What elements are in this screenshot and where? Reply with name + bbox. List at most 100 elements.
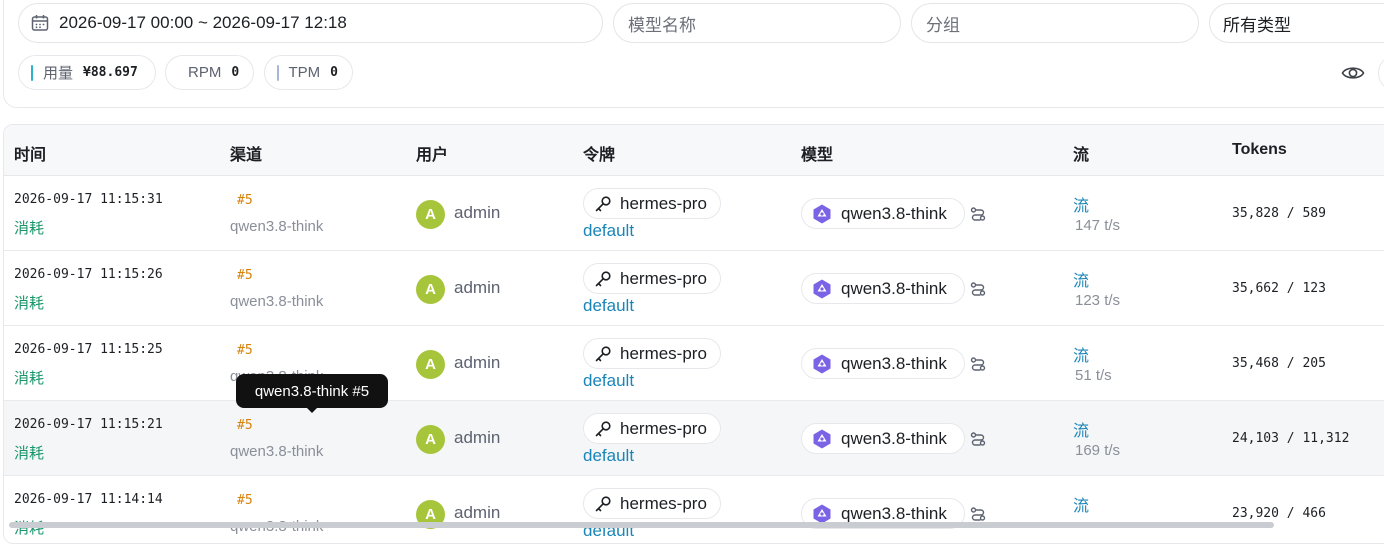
route-icon[interactable] — [970, 281, 986, 297]
log-time: 2026-09-17 11:14:14 — [14, 492, 163, 507]
token-group: default — [583, 296, 635, 315]
channel-name: qwen3.8-think — [230, 443, 324, 460]
route-icon[interactable] — [970, 506, 986, 522]
tooltip-arrow — [305, 406, 319, 413]
avatar: A — [416, 425, 445, 454]
route-icon[interactable] — [970, 206, 986, 222]
log-type: 消耗 — [14, 370, 45, 387]
tpm-stat-label: TPM — [288, 64, 321, 81]
header-tokens: Tokens — [1232, 141, 1287, 158]
token-tag[interactable]: hermes-pro — [583, 263, 721, 294]
header-user: 用户 — [416, 147, 449, 164]
model-tag[interactable]: qwen3.8-think — [801, 423, 965, 454]
model-name: qwen3.8-think — [841, 503, 947, 523]
stream-speed: 123 t/s — [1075, 292, 1121, 309]
usage-stat-bar — [31, 64, 33, 81]
logs-table: 时间 渠道 用户 令牌 模型 流 Tokens 2026-09-17 11:15… — [3, 124, 1384, 544]
group-input[interactable]: 分组 — [911, 3, 1199, 43]
header-model: 模型 — [801, 147, 834, 164]
stream-speed: 147 t/s — [1075, 217, 1121, 234]
model-name: qwen3.8-think — [841, 353, 947, 373]
stream-flag: 流 — [1073, 198, 1090, 215]
calendar-icon — [31, 15, 49, 31]
table-row[interactable]: 2026-09-17 11:15:26 消耗 #5 qwen3.8-think … — [4, 251, 1384, 326]
token-count: 35,662 / 123 — [1232, 281, 1326, 296]
log-type: 消耗 — [14, 220, 45, 237]
token-tag[interactable]: hermes-pro — [583, 338, 721, 369]
stream-speed: 51 t/s — [1075, 367, 1112, 384]
token-name: hermes-pro — [620, 193, 707, 213]
key-icon — [595, 195, 611, 211]
usage-stat: 用量 ¥88.697 — [18, 55, 156, 90]
model-name: qwen3.8-think — [841, 278, 947, 298]
horizontal-scrollbar[interactable] — [9, 522, 1274, 528]
avatar: A — [416, 200, 445, 229]
channel-id[interactable]: #5 — [237, 343, 253, 358]
token-group: default — [583, 221, 635, 240]
qwen-logo-icon — [813, 204, 831, 223]
token-name: hermes-pro — [620, 493, 707, 513]
model-name-input[interactable]: 模型名称 — [613, 3, 901, 43]
tpm-stat: TPM 0 — [264, 55, 353, 90]
log-type-select[interactable]: 所有类型 — [1209, 3, 1384, 43]
model-tag[interactable]: qwen3.8-think — [801, 348, 965, 379]
route-icon[interactable] — [970, 356, 986, 372]
model-name: qwen3.8-think — [841, 428, 947, 448]
user-name: admin — [454, 278, 501, 297]
channel-name: qwen3.8-think — [230, 218, 324, 235]
header-time: 时间 — [14, 147, 47, 164]
header-token: 令牌 — [583, 147, 616, 164]
table-row[interactable]: 2026-09-17 11:15:31 消耗 #5 qwen3.8-think … — [4, 176, 1384, 251]
qwen-logo-icon — [813, 279, 831, 298]
date-range-value: 2026-09-17 00:00 ~ 2026-09-17 12:18 — [59, 13, 347, 32]
rpm-stat: RPM 0 — [165, 55, 254, 90]
token-name: hermes-pro — [620, 343, 707, 363]
rpm-stat-label: RPM — [188, 64, 222, 81]
eye-icon[interactable] — [1341, 63, 1365, 83]
user-name: admin — [454, 203, 501, 222]
stream-speed: 169 t/s — [1075, 442, 1121, 459]
model-tag[interactable]: qwen3.8-think — [801, 198, 965, 229]
log-time: 2026-09-17 11:15:26 — [14, 267, 163, 282]
table-row[interactable]: 2026-09-17 11:14:14 消耗 #5 qwen3.8-think … — [4, 476, 1384, 543]
token-name: hermes-pro — [620, 418, 707, 438]
log-time: 2026-09-17 11:15:25 — [14, 342, 163, 357]
token-count: 23,920 / 466 — [1232, 506, 1326, 521]
header-channel: 渠道 — [230, 147, 263, 164]
token-tag[interactable]: hermes-pro — [583, 188, 721, 219]
table-row[interactable]: 2026-09-17 11:15:25 消耗 #5 qwen3.8-think … — [4, 326, 1384, 401]
key-icon — [595, 420, 611, 436]
channel-tooltip: qwen3.8-think #5 — [236, 374, 388, 408]
token-tag[interactable]: hermes-pro — [583, 488, 721, 519]
channel-id[interactable]: #5 — [237, 493, 253, 508]
token-name: hermes-pro — [620, 268, 707, 288]
token-count: 35,828 / 589 — [1232, 206, 1326, 221]
token-tag[interactable]: hermes-pro — [583, 413, 721, 444]
avatar: A — [416, 275, 445, 304]
channel-id[interactable]: #5 — [237, 418, 253, 433]
group-placeholder: 分组 — [926, 15, 960, 35]
rpm-stat-value: 0 — [231, 65, 240, 80]
route-icon[interactable] — [970, 431, 986, 447]
log-time: 2026-09-17 11:15:31 — [14, 192, 163, 207]
key-icon — [595, 270, 611, 286]
model-tag[interactable]: qwen3.8-think — [801, 273, 965, 304]
table-row[interactable]: 2026-09-17 11:15:21 消耗 #5 qwen3.8-think … — [4, 401, 1384, 476]
channel-id[interactable]: #5 — [237, 193, 253, 208]
key-icon — [595, 495, 611, 511]
token-group: default — [583, 371, 635, 390]
stream-flag: 流 — [1073, 423, 1090, 440]
qwen-logo-icon — [813, 354, 831, 373]
date-range-picker[interactable]: 2026-09-17 00:00 ~ 2026-09-17 12:18 — [18, 3, 603, 43]
qwen-logo-icon — [813, 429, 831, 448]
avatar: A — [416, 350, 445, 379]
tpm-stat-value: 0 — [330, 65, 338, 80]
channel-id[interactable]: #5 — [237, 268, 253, 283]
log-type-value: 所有类型 — [1223, 15, 1291, 35]
header-stream: 流 — [1073, 147, 1090, 164]
user-name: admin — [454, 428, 501, 447]
table-header: 时间 渠道 用户 令牌 模型 流 Tokens — [4, 125, 1384, 176]
usage-stat-label: 用量 — [43, 65, 74, 82]
user-name: admin — [454, 353, 501, 372]
log-time: 2026-09-17 11:15:21 — [14, 417, 163, 432]
